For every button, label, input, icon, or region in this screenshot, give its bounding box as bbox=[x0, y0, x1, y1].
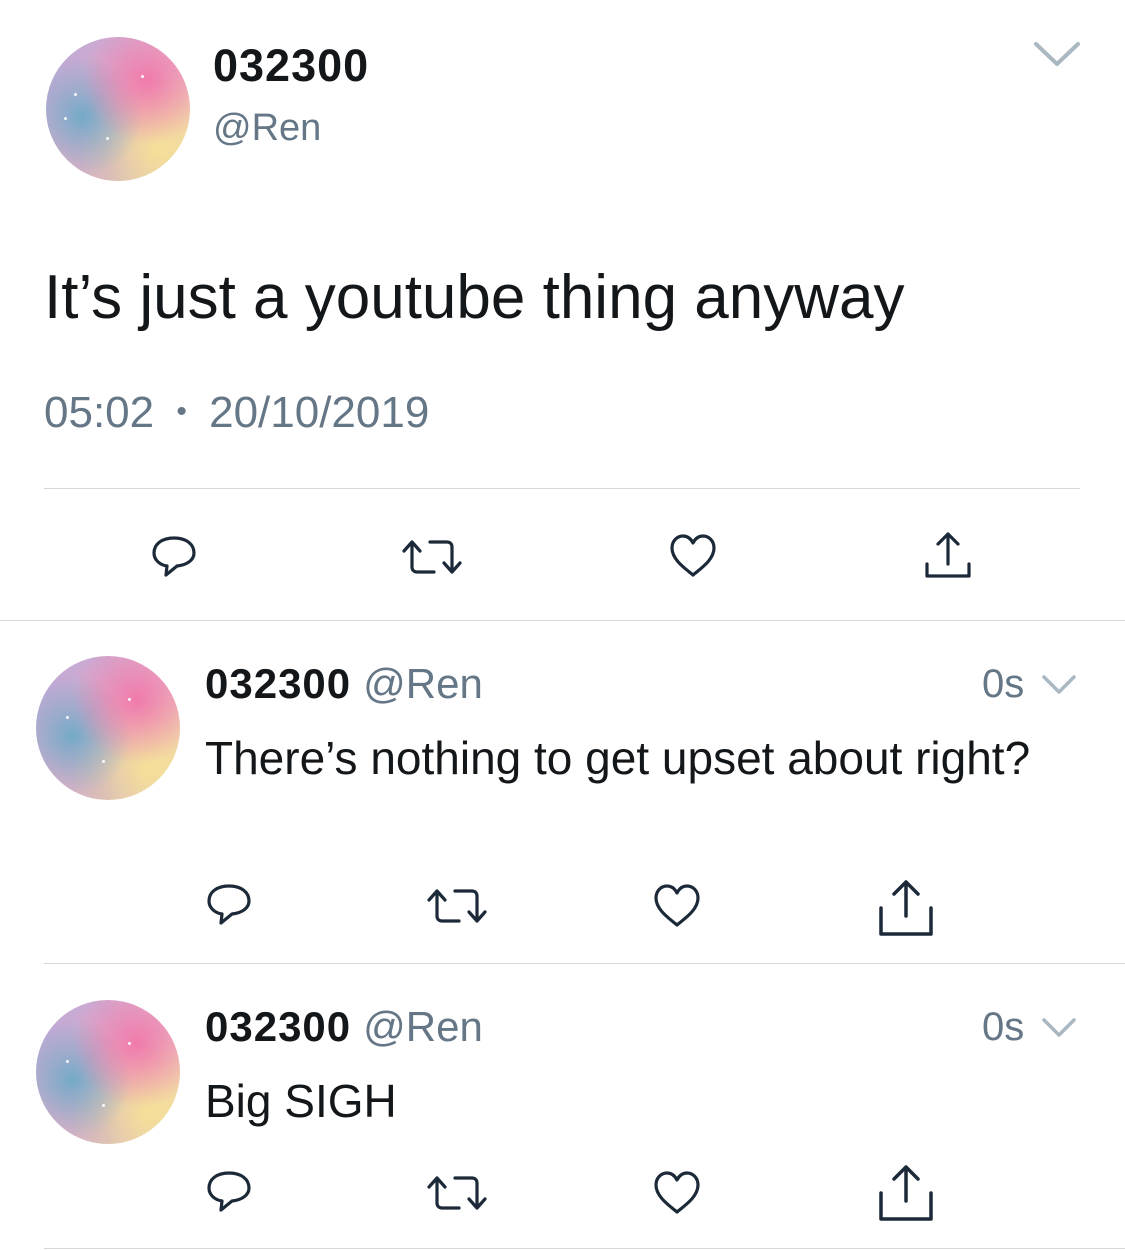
reply-time: 0s bbox=[982, 662, 1025, 706]
share-icon bbox=[875, 1163, 937, 1223]
avatar[interactable] bbox=[36, 656, 180, 800]
chevron-down-icon[interactable] bbox=[1041, 1016, 1077, 1040]
retweet-icon bbox=[425, 886, 489, 926]
share-button[interactable] bbox=[875, 1163, 937, 1223]
separator-dot: • bbox=[176, 395, 187, 428]
author-handle[interactable]: @Ren bbox=[213, 107, 321, 150]
divider bbox=[0, 620, 1125, 621]
author-handle: @Ren bbox=[363, 660, 483, 707]
share-icon bbox=[922, 530, 974, 582]
reply-author[interactable]: 032300 @Ren bbox=[205, 660, 483, 708]
like-button[interactable] bbox=[652, 1169, 702, 1217]
chevron-down-icon[interactable] bbox=[1041, 673, 1077, 697]
share-button[interactable] bbox=[922, 530, 974, 582]
author-display-name: 032300 bbox=[205, 660, 352, 707]
like-icon bbox=[668, 532, 718, 580]
like-icon bbox=[652, 882, 702, 930]
tweet-timestamp: 05:02 • 20/10/2019 bbox=[44, 388, 429, 438]
divider bbox=[44, 963, 1125, 964]
retweet-icon bbox=[400, 537, 464, 577]
retweet-button[interactable] bbox=[425, 1173, 489, 1213]
like-button[interactable] bbox=[668, 532, 718, 580]
author-display-name[interactable]: 032300 bbox=[213, 40, 369, 92]
author-display-name: 032300 bbox=[205, 1003, 352, 1050]
avatar[interactable] bbox=[36, 1000, 180, 1144]
share-icon bbox=[875, 878, 937, 938]
retweet-icon bbox=[425, 1173, 489, 1213]
reply-button[interactable] bbox=[205, 1167, 253, 1215]
reply-button[interactable] bbox=[150, 532, 198, 580]
tweet-date: 20/10/2019 bbox=[209, 388, 430, 437]
reply-button[interactable] bbox=[205, 880, 253, 928]
retweet-button[interactable] bbox=[425, 886, 489, 926]
like-button[interactable] bbox=[652, 882, 702, 930]
retweet-button[interactable] bbox=[400, 537, 464, 577]
author-handle: @Ren bbox=[363, 1003, 483, 1050]
like-icon bbox=[652, 1169, 702, 1217]
share-button[interactable] bbox=[875, 878, 937, 938]
reply-icon bbox=[205, 1167, 253, 1215]
divider bbox=[44, 488, 1080, 489]
avatar[interactable] bbox=[46, 37, 190, 181]
tweet-text: Big SIGH bbox=[205, 1075, 397, 1127]
tweet-time: 05:02 bbox=[44, 388, 155, 437]
tweet-text: It’s just a youtube thing anyway bbox=[44, 263, 905, 332]
divider bbox=[44, 1248, 1125, 1249]
reply-time: 0s bbox=[982, 1005, 1025, 1049]
reply-icon bbox=[205, 880, 253, 928]
chevron-down-icon[interactable] bbox=[1033, 38, 1081, 70]
reply-author[interactable]: 032300 @Ren bbox=[205, 1003, 483, 1051]
reply-icon bbox=[150, 532, 198, 580]
tweet-text: There’s nothing to get upset about right… bbox=[205, 732, 1031, 784]
